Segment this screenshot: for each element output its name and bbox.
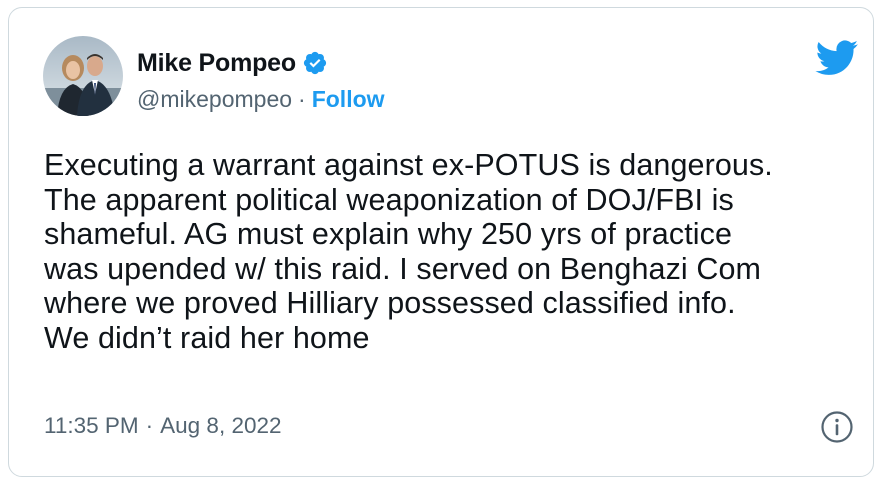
tweet-time[interactable]: 11:35 PM [44, 413, 139, 439]
tweet-date[interactable]: Aug 8, 2022 [160, 413, 281, 439]
avatar[interactable] [43, 36, 123, 116]
timestamp-separator: · [145, 413, 154, 438]
separator-dot: · [298, 85, 306, 112]
follow-button[interactable]: Follow [312, 86, 385, 113]
twitter-bird-icon[interactable] [815, 40, 859, 76]
tweet-timestamp[interactable]: 11:35 PM · Aug 8, 2022 [44, 411, 282, 441]
avatar-photo [43, 36, 123, 116]
info-icon[interactable] [820, 410, 854, 444]
author-handle[interactable]: @mikepompeo [137, 86, 292, 113]
tweet-text: Executing a warrant against ex-POTUS is … [44, 148, 773, 355]
verified-badge-icon [302, 50, 328, 76]
author-display-name[interactable]: Mike Pompeo [137, 49, 296, 78]
tweet-card[interactable]: Mike Pompeo @mikepompeo · Follow Executi… [8, 7, 874, 477]
